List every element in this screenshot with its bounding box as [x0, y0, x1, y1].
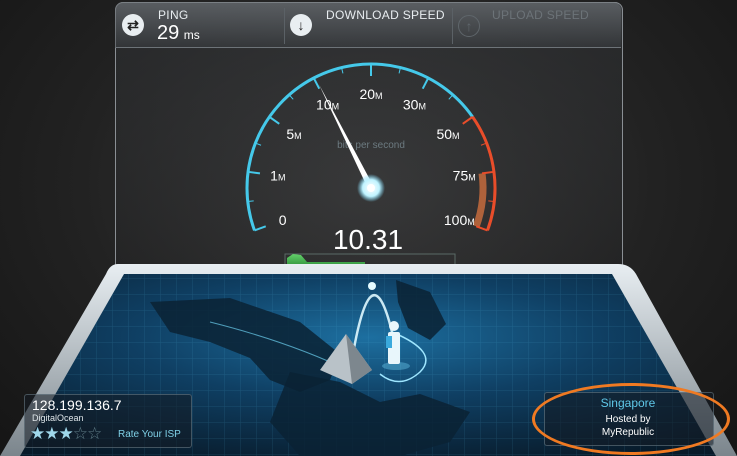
- ping-label: PING: [158, 8, 189, 22]
- gauge-arc-glow: [472, 172, 487, 228]
- rate-isp-link[interactable]: Rate Your ISP: [118, 429, 181, 440]
- gauge-tick-label: 100M: [444, 212, 475, 228]
- gauge-tick-mark: [247, 170, 261, 175]
- gauge-tick-label: 50M: [436, 126, 459, 142]
- download-label: DOWNLOAD SPEED: [326, 8, 445, 22]
- star-icon[interactable]: ★: [59, 424, 74, 443]
- gauge-tick-mark: [254, 225, 267, 232]
- gauge-tick-mark: [421, 77, 430, 90]
- gauge-tick-label: 75M: [453, 168, 476, 184]
- isp-rating-stars[interactable]: ★★★☆☆: [30, 424, 102, 444]
- download-arrow-icon: ↓: [290, 14, 312, 36]
- origin-node: [368, 282, 376, 290]
- gauge-tick-label: 30M: [403, 97, 426, 113]
- highlight-ring: [532, 383, 730, 455]
- speed-readout: 10.31: [333, 224, 403, 255]
- gauge-tick-mark: [475, 225, 488, 232]
- gauge-tick-mark: [268, 116, 280, 125]
- upload-label: UPLOAD SPEED: [492, 8, 589, 22]
- gauge-tick-mark: [481, 170, 495, 175]
- server-pin-head: [389, 321, 399, 331]
- divider: [452, 8, 453, 44]
- gauge-tick-label: 5M: [286, 126, 301, 142]
- gauge-minor-tick: [448, 94, 454, 100]
- needle-hub: [367, 184, 375, 192]
- gauge-minor-tick: [488, 200, 495, 202]
- gauge-tick-label: 1M: [270, 168, 285, 184]
- ping-readout: 29 ms: [157, 22, 200, 45]
- ping-icon: ⇄: [122, 14, 144, 36]
- gauge-minor-tick: [288, 94, 294, 100]
- divider: [284, 8, 285, 44]
- star-icon[interactable]: ☆: [73, 424, 88, 443]
- upload-arrow-icon: ↑: [458, 15, 480, 37]
- star-icon[interactable]: ★: [44, 424, 59, 443]
- ping-value: 29: [157, 22, 180, 44]
- star-icon[interactable]: ★: [30, 424, 45, 443]
- gauge-tick-label: 0: [279, 212, 287, 228]
- server-pin-accent: [386, 336, 392, 348]
- gauge-minor-tick: [247, 200, 254, 202]
- ping-unit: ms: [183, 28, 200, 42]
- gauge-tick-label: 20M: [359, 86, 382, 102]
- isp-name: DigitalOcean: [32, 413, 84, 423]
- star-icon[interactable]: ☆: [87, 424, 102, 443]
- gauge-tick-mark: [312, 77, 321, 90]
- speed-gauge: 01M5M10M20M30M50M75M100M bits per second…: [245, 62, 497, 264]
- gauge-tick-mark: [462, 116, 474, 125]
- ip-address: 128.199.136.7: [32, 397, 122, 413]
- gauge-tick-label: 10M: [316, 97, 339, 113]
